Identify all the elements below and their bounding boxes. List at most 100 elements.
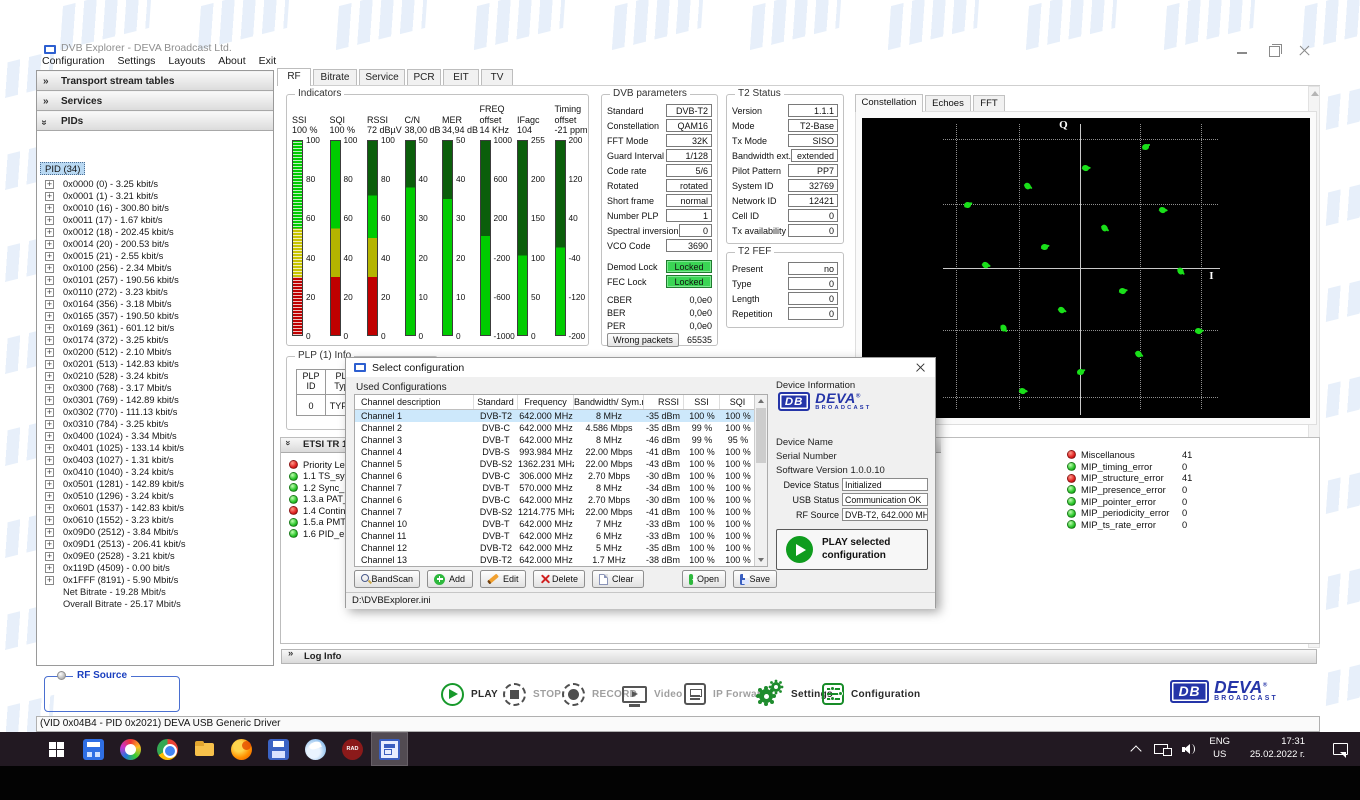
expand-plus-icon[interactable] — [45, 384, 54, 393]
language-indicator[interactable]: ENG US — [1209, 736, 1230, 762]
tab-fft[interactable]: FFT — [973, 95, 1005, 111]
table-row[interactable]: Channel 6DVB-C306.000 MHz2.70 Mbps-30 dB… — [355, 470, 767, 482]
tray-chevron-up-icon[interactable] — [1131, 745, 1142, 756]
pid-tree-item[interactable]: 0x0201 (513) - 142.83 kbit/s — [41, 358, 269, 370]
taskbar-paint-button[interactable] — [112, 732, 149, 766]
scroll-up-icon[interactable] — [1311, 91, 1319, 96]
minimize-icon[interactable] — [1232, 44, 1254, 58]
table-row[interactable]: Channel 13DVB-T2642.000 MHz1.7 MHz-38 dB… — [355, 554, 767, 566]
expand-plus-icon[interactable] — [45, 300, 54, 309]
pid-tree-item[interactable]: 0x0610 (1552) - 3.23 kbit/s — [41, 514, 269, 526]
expand-plus-icon[interactable] — [45, 480, 54, 489]
pid-tree-item[interactable]: 0x09E0 (2528) - 3.21 kbit/s — [41, 550, 269, 562]
pid-tree-item[interactable]: 0x09D0 (2512) - 3.84 Mbit/s — [41, 526, 269, 538]
dialog-title-bar[interactable]: Select configuration — [346, 358, 935, 377]
clock[interactable]: 17:31 25.02.2022 г. — [1241, 736, 1305, 762]
expand-plus-icon[interactable] — [45, 252, 54, 261]
table-row[interactable]: Channel 7DVB-S21214.775 MHz22.00 Mbps-41… — [355, 506, 767, 518]
column-header[interactable]: RSSI — [644, 395, 684, 409]
log-info-header[interactable]: Log Info — [281, 649, 1317, 664]
pid-tree-item[interactable]: 0x0110 (272) - 3.23 kbit/s — [41, 286, 269, 298]
expand-plus-icon[interactable] — [45, 504, 54, 513]
menu-configuration[interactable]: Configuration — [42, 55, 104, 67]
pid-tree-item[interactable]: 0x0403 (1027) - 1.31 kbit/s — [41, 454, 269, 466]
play-button[interactable]: PLAY — [441, 681, 498, 707]
expand-plus-icon[interactable] — [45, 276, 54, 285]
pid-tree-item[interactable]: 0x09D1 (2513) - 206.41 kbit/s — [41, 538, 269, 550]
expand-plus-icon[interactable] — [45, 240, 54, 249]
expand-plus-icon[interactable] — [45, 324, 54, 333]
section-pids[interactable]: PIDs — [37, 111, 273, 131]
table-row[interactable]: Channel 10DVB-T642.000 MHz7 MHz-33 dBm10… — [355, 518, 767, 530]
taskbar-calculator-button[interactable] — [75, 732, 112, 766]
pid-tree-item[interactable]: 0x0200 (512) - 2.10 Mbit/s — [41, 346, 269, 358]
video-button[interactable]: Video — [622, 681, 683, 707]
expand-plus-icon[interactable] — [45, 192, 54, 201]
pid-tree-item[interactable]: 0x0101 (257) - 190.56 kbit/s — [41, 274, 269, 286]
speaker-icon[interactable] — [1182, 743, 1196, 755]
pid-tree-item[interactable]: 0x0601 (1537) - 142.83 kbit/s — [41, 502, 269, 514]
close-icon[interactable] — [1294, 44, 1316, 58]
column-header[interactable]: Channel description — [355, 395, 474, 409]
expand-plus-icon[interactable] — [45, 468, 54, 477]
ip-forward-button[interactable]: IP Forward — [684, 681, 768, 707]
expand-plus-icon[interactable] — [45, 180, 54, 189]
pid-tree-item[interactable]: 0x0015 (21) - 2.55 kbit/s — [41, 250, 269, 262]
expand-plus-icon[interactable] — [45, 408, 54, 417]
expand-plus-icon[interactable] — [45, 348, 54, 357]
tab-tv[interactable]: TV — [481, 69, 513, 85]
pid-tree-item[interactable]: 0x0301 (769) - 142.89 kbit/s — [41, 394, 269, 406]
tab-pcr[interactable]: PCR — [407, 69, 441, 85]
pid-root-node[interactable]: PID (34) — [40, 162, 85, 175]
taskbar-start-button[interactable] — [38, 732, 75, 766]
expand-plus-icon[interactable] — [45, 444, 54, 453]
expand-plus-icon[interactable] — [45, 492, 54, 501]
menu-layouts[interactable]: Layouts — [168, 55, 205, 67]
bandscan-button[interactable]: BandScan — [354, 570, 420, 588]
pid-tree-item[interactable]: 0x0001 (1) - 3.21 kbit/s — [41, 190, 269, 202]
expand-plus-icon[interactable] — [45, 396, 54, 405]
column-header[interactable]: SSI — [684, 395, 720, 409]
pid-tree-item[interactable]: 0x0310 (784) - 3.25 kbit/s — [41, 418, 269, 430]
table-row[interactable]: Channel 12DVB-T2642.000 MHz5 MHz-35 dBm1… — [355, 542, 767, 554]
expand-plus-icon[interactable] — [45, 540, 54, 549]
expand-plus-icon[interactable] — [45, 288, 54, 297]
section-transport-stream-tables[interactable]: Transport stream tables — [37, 71, 273, 91]
menu-about[interactable]: About — [218, 55, 245, 67]
pid-tree-item[interactable]: 0x0400 (1024) - 3.34 Mbit/s — [41, 430, 269, 442]
pid-tree-item[interactable]: 0x0011 (17) - 1.67 kbit/s — [41, 214, 269, 226]
tab-eit[interactable]: EIT — [443, 69, 479, 85]
edit-button[interactable]: Edit — [480, 570, 526, 588]
add-button[interactable]: Add — [427, 570, 473, 588]
pid-tree-item[interactable]: 0x0302 (770) - 111.13 kbit/s — [41, 406, 269, 418]
pid-tree-item[interactable]: 0x0000 (0) - 3.25 kbit/s — [41, 178, 269, 190]
pid-tree-item[interactable]: 0x0014 (20) - 200.53 bit/s — [41, 238, 269, 250]
expand-plus-icon[interactable] — [45, 312, 54, 321]
expand-plus-icon[interactable] — [45, 420, 54, 429]
expand-plus-icon[interactable] — [45, 216, 54, 225]
expand-plus-icon[interactable] — [45, 432, 54, 441]
taskbar-chrome-button[interactable] — [149, 732, 186, 766]
pid-tree-item[interactable]: 0x0164 (356) - 3.18 Mbit/s — [41, 298, 269, 310]
configuration-button[interactable]: Configuration — [822, 681, 920, 707]
pid-tree-item[interactable]: 0x0410 (1040) - 3.24 kbit/s — [41, 466, 269, 478]
pid-tree-item[interactable]: 0x0510 (1296) - 3.24 kbit/s — [41, 490, 269, 502]
pid-tree-item[interactable]: 0x0300 (768) - 3.17 Mbit/s — [41, 382, 269, 394]
expand-plus-icon[interactable] — [45, 228, 54, 237]
pid-tree-item[interactable]: 0x0010 (16) - 300.80 bit/s — [41, 202, 269, 214]
expand-plus-icon[interactable] — [45, 336, 54, 345]
table-row[interactable]: Channel 11DVB-T642.000 MHz6 MHz-33 dBm10… — [355, 530, 767, 542]
maximize-icon[interactable] — [1264, 44, 1286, 58]
menu-exit[interactable]: Exit — [259, 55, 277, 67]
pid-tree-item[interactable]: 0x0100 (256) - 2.34 Mbit/s — [41, 262, 269, 274]
pid-tree-item[interactable]: 0x0174 (372) - 3.25 kbit/s — [41, 334, 269, 346]
table-row[interactable]: Channel 5DVB-S21362.231 MHz22.00 Mbps-43… — [355, 458, 767, 470]
expand-plus-icon[interactable] — [45, 264, 54, 273]
column-header[interactable]: SQI — [720, 395, 756, 409]
taskbar-swan-button[interactable] — [297, 732, 334, 766]
table-row[interactable]: Channel 4DVB-S993.984 MHz22.00 Mbps-41 d… — [355, 446, 767, 458]
pid-tree-item[interactable]: 0x0501 (1281) - 142.89 kbit/s — [41, 478, 269, 490]
expand-plus-icon[interactable] — [45, 576, 54, 585]
pid-tree-item[interactable]: 0x0012 (18) - 202.45 kbit/s — [41, 226, 269, 238]
expand-plus-icon[interactable] — [45, 528, 54, 537]
